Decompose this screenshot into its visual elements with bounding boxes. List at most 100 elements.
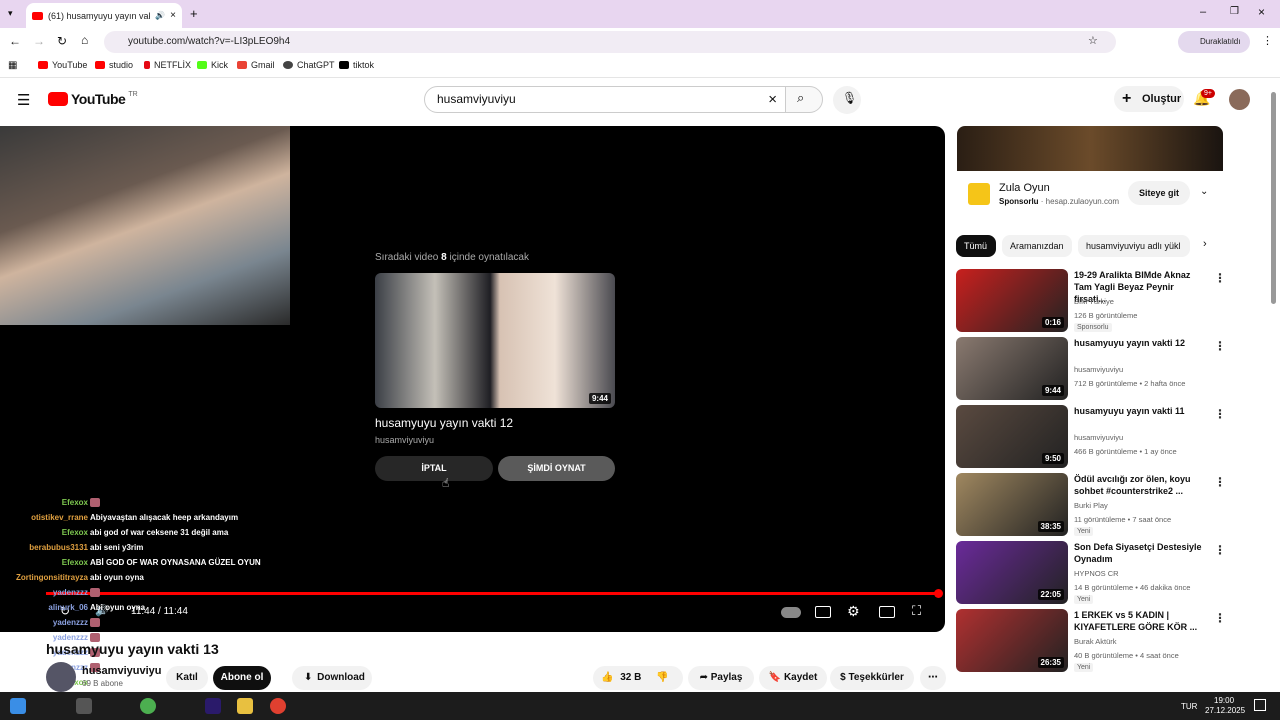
ad-visit-site-button[interactable]: Siteye git bbox=[1128, 181, 1190, 205]
chips-next-chevron-icon[interactable]: › bbox=[1203, 238, 1207, 250]
start-menu-icon[interactable] bbox=[10, 698, 26, 714]
recommendation-thumbnail[interactable]: 9:50 bbox=[956, 405, 1068, 468]
up-next-thumbnail[interactable]: 9:44 bbox=[375, 273, 615, 408]
bookmark-chatgpt[interactable]: ChatGPT bbox=[283, 60, 335, 70]
more-options-icon[interactable]: ⋮ bbox=[1214, 407, 1226, 421]
ad-banner-image[interactable] bbox=[957, 126, 1223, 171]
clock-time[interactable]: 19:00 bbox=[1214, 696, 1234, 705]
subtitles-icon[interactable] bbox=[815, 606, 831, 618]
home-icon[interactable]: ⌂ bbox=[81, 33, 88, 47]
up-next-title[interactable]: husamyuyu yayın vakti 12 bbox=[375, 416, 513, 430]
new-tab-button[interactable]: + bbox=[190, 6, 198, 21]
language-indicator[interactable]: TUR bbox=[1181, 702, 1197, 711]
recommendation-thumbnail[interactable]: 22:05 bbox=[956, 541, 1068, 604]
recommendation-channel[interactable]: Burki Play bbox=[1074, 501, 1108, 510]
taskbar-chrome-icon[interactable] bbox=[140, 698, 156, 714]
forward-icon[interactable]: → bbox=[33, 34, 45, 48]
scrubber-handle[interactable] bbox=[934, 589, 943, 598]
browser-tab[interactable]: (61) husamyuyu yayın vakti 🔊 × bbox=[26, 3, 182, 28]
taskbar-browser-icon[interactable] bbox=[270, 698, 286, 714]
reload-icon[interactable]: ↻ bbox=[57, 34, 67, 48]
join-button[interactable]: Katıl bbox=[166, 666, 208, 690]
recommendation-title[interactable]: Son Defa Siyasetçi Destesiyle Oynadım bbox=[1074, 541, 1208, 565]
recommendation-thumbnail[interactable]: 0:16 bbox=[956, 269, 1068, 332]
apps-icon[interactable]: ▦ bbox=[8, 60, 17, 71]
audio-icon[interactable]: 🔊 bbox=[155, 11, 165, 20]
recommendation-thumbnail[interactable]: 9:44 bbox=[956, 337, 1068, 400]
download-button[interactable]: ⬇ Download bbox=[292, 666, 372, 690]
voice-search-button[interactable]: 🎙 bbox=[833, 86, 861, 114]
bookmark-tiktok[interactable]: tiktok bbox=[339, 60, 374, 70]
chip-channel-uploads[interactable]: husamviyuviyu adlı yükl bbox=[1078, 235, 1190, 257]
recommendation-item[interactable]: 9:50 husamyuyu yayın vakti 11 husamviyuviy… bbox=[956, 405, 1228, 469]
dislike-icon[interactable]: 👎 bbox=[656, 672, 668, 683]
hamburger-menu-icon[interactable]: ☰ bbox=[17, 91, 30, 109]
create-button[interactable]: + Oluştur bbox=[1114, 86, 1184, 112]
search-input[interactable]: husamviyuviyu × bbox=[424, 86, 786, 113]
bookmark-star-icon[interactable]: ☆ bbox=[1088, 34, 1098, 47]
recommendation-title[interactable]: Ödül avcılığı zor ölen, koyu sohbet #cou… bbox=[1074, 473, 1208, 497]
recommendation-title[interactable]: husamyuyu yayın vakti 12 bbox=[1074, 337, 1208, 349]
like-icon[interactable]: 👍 bbox=[601, 672, 613, 683]
chip-from-search[interactable]: Aramanızdan bbox=[1002, 235, 1072, 257]
subscribe-button[interactable]: Abone ol bbox=[213, 666, 271, 690]
bookmark-kick[interactable]: Kick bbox=[197, 60, 228, 70]
close-tab-icon[interactable]: × bbox=[170, 10, 176, 21]
video-player[interactable]: Sıradaki video 8 içinde oynatılacak 9:44… bbox=[0, 126, 945, 632]
maximize-button[interactable]: ❐ bbox=[1230, 6, 1239, 17]
clock-date[interactable]: 27.12.2025 bbox=[1205, 706, 1245, 715]
ad-title[interactable]: Zula Oyun bbox=[999, 182, 1050, 194]
recommendation-channel[interactable]: husamviyuviyu bbox=[1074, 365, 1123, 374]
more-options-icon[interactable]: ⋮ bbox=[1214, 475, 1226, 489]
menu-icon[interactable]: ⋮ bbox=[1262, 34, 1273, 47]
address-bar[interactable]: youtube.com/watch?v=-LI3pLEO9h4 bbox=[104, 31, 1116, 53]
miniplayer-icon[interactable] bbox=[879, 606, 895, 618]
minimize-button[interactable]: – bbox=[1200, 6, 1206, 18]
recommendation-item[interactable]: 22:05 Son Defa Siyasetçi Destesiyle Oynad… bbox=[956, 541, 1228, 605]
youtube-logo[interactable]: YouTube TR bbox=[48, 91, 138, 107]
recommendation-item[interactable]: 26:35 1 ERKEK vs 5 KADIN | KIYAFETLERE GÖ… bbox=[956, 609, 1228, 673]
taskbar-app-icon[interactable] bbox=[76, 698, 92, 714]
more-options-icon[interactable]: ⋮ bbox=[1214, 611, 1226, 625]
back-icon[interactable]: ← bbox=[9, 34, 21, 48]
search-button[interactable]: ⌕ bbox=[785, 86, 823, 113]
more-options-icon[interactable]: ⋮ bbox=[1214, 339, 1226, 353]
notification-center-icon[interactable] bbox=[1254, 699, 1266, 711]
share-button[interactable]: ➦ Paylaş bbox=[688, 666, 754, 690]
recommendation-item[interactable]: 9:44 husamyuyu yayın vakti 12 husamviyuviy… bbox=[956, 337, 1228, 401]
close-window-button[interactable]: × bbox=[1258, 5, 1265, 19]
recommendation-channel[interactable]: BİM Türkiye bbox=[1074, 297, 1114, 306]
profile-button[interactable]: Duraklatıldı bbox=[1178, 31, 1250, 53]
recommendation-channel[interactable]: Burak Aktürk bbox=[1074, 637, 1117, 646]
bookmark-netflix[interactable]: NETFLİX bbox=[144, 60, 191, 70]
bookmark-studio[interactable]: studio bbox=[95, 60, 133, 70]
recommendation-title[interactable]: 1 ERKEK vs 5 KADIN | KIYAFETLERE GÖRE KÖ… bbox=[1074, 609, 1208, 633]
play-now-button[interactable]: ŞİMDİ OYNAT bbox=[498, 456, 615, 481]
chip-all[interactable]: Tümü bbox=[956, 235, 996, 257]
recommendation-channel[interactable]: HYPNOS CR bbox=[1074, 569, 1119, 578]
taskbar-folder-icon[interactable] bbox=[237, 698, 253, 714]
ad-expand-chevron-icon[interactable]: ⌄ bbox=[1200, 186, 1208, 197]
more-actions-button[interactable]: ⋯ bbox=[920, 666, 946, 690]
bookmark-youtube[interactable]: YouTube bbox=[38, 60, 87, 70]
cancel-autoplay-button[interactable]: İPTAL bbox=[375, 456, 493, 481]
recommendation-channel[interactable]: husamviyuviyu bbox=[1074, 433, 1123, 442]
recommendation-title[interactable]: husamyuyu yayın vakti 11 bbox=[1074, 405, 1208, 417]
recommendation-thumbnail[interactable]: 38:35 bbox=[956, 473, 1068, 536]
settings-gear-icon[interactable]: ⚙ bbox=[847, 603, 860, 620]
clear-search-icon[interactable]: × bbox=[768, 87, 777, 112]
taskbar-premiere-icon[interactable] bbox=[205, 698, 221, 714]
recommendation-item[interactable]: 0:16 19-29 Aralikta BIMde Aknaz Tam Yagli… bbox=[956, 269, 1228, 333]
thanks-button[interactable]: $ Teşekkürler bbox=[830, 666, 914, 690]
channel-name[interactable]: husamviyuviyu bbox=[82, 665, 161, 677]
progress-bar[interactable] bbox=[46, 592, 938, 595]
account-avatar[interactable] bbox=[1229, 89, 1250, 110]
fullscreen-icon[interactable]: ⛶ bbox=[912, 603, 921, 619]
more-options-icon[interactable]: ⋮ bbox=[1214, 543, 1226, 557]
save-button[interactable]: 🔖 Kaydet bbox=[759, 666, 827, 690]
tab-list-icon[interactable]: ▾ bbox=[8, 8, 13, 19]
autoplay-toggle[interactable] bbox=[781, 607, 801, 618]
bookmark-gmail[interactable]: Gmail bbox=[237, 60, 275, 70]
recommendation-item[interactable]: 38:35 Ödül avcılığı zor ölen, koyu sohbet… bbox=[956, 473, 1228, 537]
page-scrollbar[interactable] bbox=[1271, 92, 1276, 304]
